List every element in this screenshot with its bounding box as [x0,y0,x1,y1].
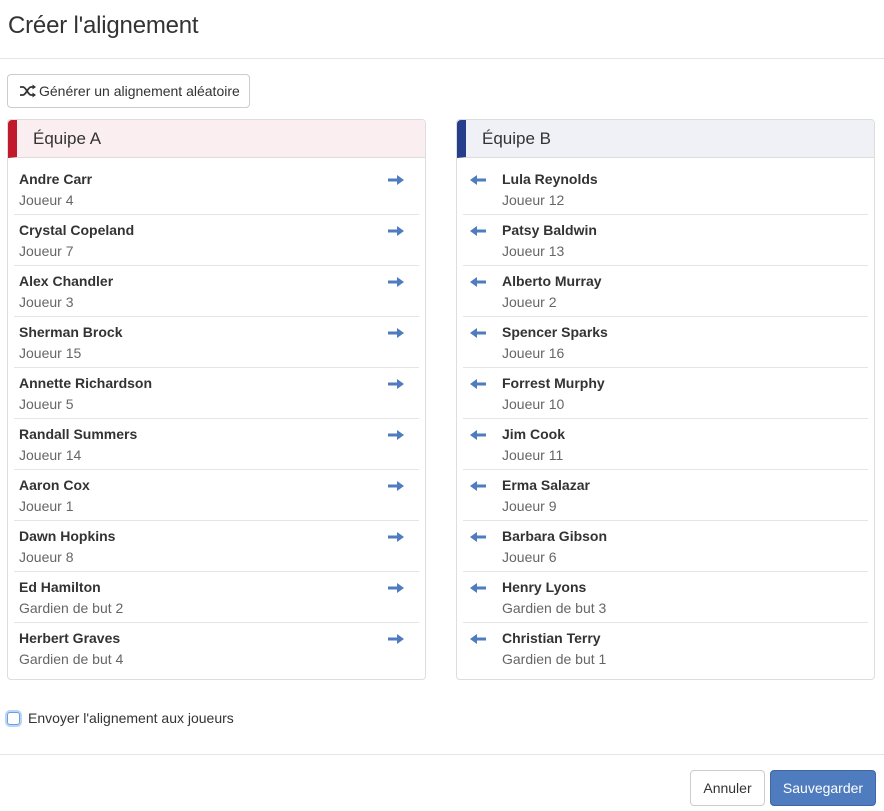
player-role: Joueur 16 [502,345,565,361]
team-a-list: Andre Carr Joueur 4 Crystal Copeland Joueur… [8,158,425,674]
player-row: Barbara Gibson Joueur 6 [463,521,868,572]
player-name: Christian Terry [502,630,601,646]
move-right-arrow-icon[interactable] [387,632,405,646]
player-role: Joueur 6 [502,549,557,565]
move-right-arrow-icon[interactable] [387,377,405,391]
player-name: Patsy Baldwin [502,222,597,238]
player-name: Forrest Murphy [502,375,605,391]
player-role: Joueur 10 [502,396,565,412]
player-name: Barbara Gibson [502,528,608,544]
player-name: Spencer Sparks [502,324,608,340]
player-row: Alberto Murray Joueur 2 [463,266,868,317]
team-b-list: Lula Reynolds Joueur 12 Patsy Baldwin Joueu… [457,158,874,674]
player-row: Aaron Cox Joueur 1 [14,470,419,521]
move-right-arrow-icon[interactable] [387,326,405,340]
player-name: Crystal Copeland [19,222,135,238]
send-lineup-option[interactable]: Envoyer l'alignement aux joueurs [7,710,234,726]
player-row: Dawn Hopkins Joueur 8 [14,521,419,572]
team-a-panel: Équipe A Andre Carr Joueur 4 Crystal Copel… [7,119,426,680]
player-role: Joueur 9 [502,498,557,514]
player-name: Sherman Brock [19,324,123,340]
move-left-arrow-icon[interactable] [469,224,487,238]
player-row: Erma Salazar Joueur 9 [463,470,868,521]
player-name: Henry Lyons [502,579,587,595]
player-row: Henry Lyons Gardien de but 3 [463,572,868,623]
team-b-heading: Équipe B [457,120,874,158]
player-row: Andre Carr Joueur 4 [14,164,419,215]
random-lineup-button[interactable]: Générer un alignement aléatoire [7,74,250,108]
team-a-heading: Équipe A [8,120,425,158]
player-role: Joueur 2 [502,294,557,310]
player-name: Aaron Cox [19,477,90,493]
player-role: Joueur 11 [502,447,564,463]
player-name: Herbert Graves [19,630,121,646]
player-row: Crystal Copeland Joueur 7 [14,215,419,266]
move-left-arrow-icon[interactable] [469,479,487,493]
player-role: Joueur 15 [19,345,82,361]
player-name: Annette Richardson [19,375,153,391]
player-row: Annette Richardson Joueur 5 [14,368,419,419]
player-name: Ed Hamilton [19,579,101,595]
player-name: Alex Chandler [19,273,114,289]
player-role: Gardien de but 3 [502,600,607,616]
player-name: Alberto Murray [502,273,602,289]
player-role: Gardien de but 2 [19,600,124,616]
player-role: Joueur 13 [502,243,565,259]
move-right-arrow-icon[interactable] [387,173,405,187]
player-role: Joueur 5 [19,396,74,412]
player-name: Lula Reynolds [502,171,598,187]
player-role: Joueur 12 [502,192,565,208]
player-role: Joueur 8 [19,549,74,565]
player-role: Joueur 1 [19,498,74,514]
player-row: Christian Terry Gardien de but 1 [463,623,868,674]
send-lineup-checkbox[interactable] [7,711,20,725]
move-left-arrow-icon[interactable] [469,530,487,544]
move-left-arrow-icon[interactable] [469,428,487,442]
player-role: Gardien de but 1 [502,651,607,667]
team-b-panel: Équipe B Lula Reynolds Joueur 12 Patsy Bal… [456,119,875,680]
cancel-button[interactable]: Annuler [690,770,765,806]
move-left-arrow-icon[interactable] [469,581,487,595]
dialog-footer: Annuler Sauvegarder [0,754,884,811]
player-row: Sherman Brock Joueur 15 [14,317,419,368]
player-row: Alex Chandler Joueur 3 [14,266,419,317]
player-row: Patsy Baldwin Joueur 13 [463,215,868,266]
player-row: Lula Reynolds Joueur 12 [463,164,868,215]
move-right-arrow-icon[interactable] [387,479,405,493]
player-name: Randall Summers [19,426,138,442]
player-role: Joueur 14 [19,447,82,463]
player-row: Herbert Graves Gardien de but 4 [14,623,419,674]
player-name: Erma Salazar [502,477,590,493]
dialog-header: Créer l'alignement [0,0,884,59]
player-row: Forrest Murphy Joueur 10 [463,368,868,419]
send-lineup-label: Envoyer l'alignement aux joueurs [28,710,234,726]
move-right-arrow-icon[interactable] [387,428,405,442]
move-left-arrow-icon[interactable] [469,377,487,391]
save-button[interactable]: Sauvegarder [770,770,876,806]
dialog-title: Créer l'alignement [8,12,199,39]
move-left-arrow-icon[interactable] [469,632,487,646]
player-role: Gardien de but 4 [19,651,124,667]
shuffle-icon [20,84,36,98]
move-right-arrow-icon[interactable] [387,581,405,595]
move-left-arrow-icon[interactable] [469,326,487,340]
player-role: Joueur 3 [19,294,74,310]
player-row: Randall Summers Joueur 14 [14,419,419,470]
player-name: Andre Carr [19,171,93,187]
move-left-arrow-icon[interactable] [469,173,487,187]
player-name: Jim Cook [502,426,566,442]
move-right-arrow-icon[interactable] [387,530,405,544]
player-role: Joueur 7 [19,243,74,259]
move-right-arrow-icon[interactable] [387,275,405,289]
player-name: Dawn Hopkins [19,528,116,544]
player-row: Jim Cook Joueur 11 [463,419,868,470]
player-role: Joueur 4 [19,192,74,208]
player-row: Spencer Sparks Joueur 16 [463,317,868,368]
player-row: Ed Hamilton Gardien de but 2 [14,572,419,623]
random-lineup-label: Générer un alignement aléatoire [39,83,240,99]
move-right-arrow-icon[interactable] [387,224,405,238]
move-left-arrow-icon[interactable] [469,275,487,289]
